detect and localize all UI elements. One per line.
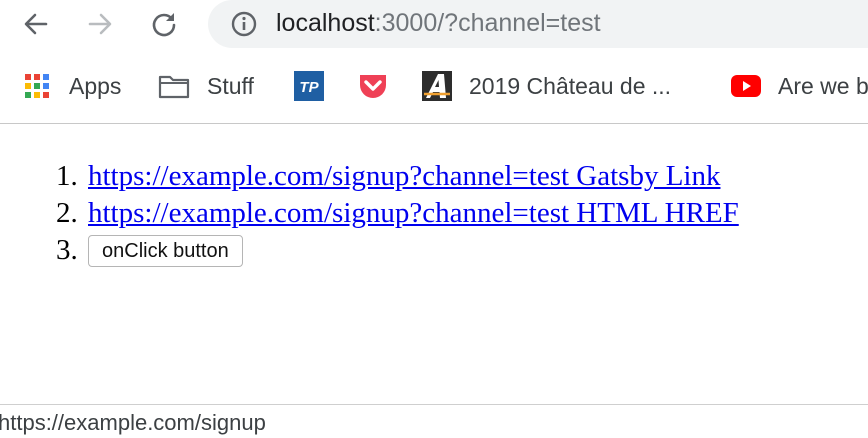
reload-icon — [152, 13, 176, 37]
bookmark-apps-label: Apps — [69, 72, 122, 99]
folder-icon — [158, 71, 190, 101]
bookmark-are-we-label: Are we b — [778, 72, 868, 99]
forward-button[interactable] — [82, 6, 118, 42]
pocket-icon — [358, 71, 388, 101]
list-number: 2. — [56, 197, 78, 229]
bookmarks-bar: Apps Stuff TP 2019 Château de ... Are we… — [0, 58, 868, 122]
bookmark-stuff-label: Stuff — [207, 72, 254, 99]
youtube-icon — [731, 71, 761, 101]
back-button[interactable] — [18, 6, 54, 42]
bookmark-tp[interactable]: TP — [294, 70, 341, 102]
url-text[interactable]: localhost:3000/?channel=test — [276, 8, 601, 38]
bookmark-chateau-label: 2019 Château de ... — [469, 72, 672, 99]
browser-toolbar: localhost:3000/?channel=test — [0, 0, 868, 58]
arrow-right-icon — [88, 13, 112, 35]
list-item: 3. onClick button — [56, 232, 739, 269]
bookmark-stuff[interactable]: Stuff — [158, 70, 254, 102]
bookmark-are-we[interactable]: Are we b — [731, 70, 868, 102]
status-bar: https://example.com/signup — [0, 404, 868, 438]
list-number: 1. — [56, 160, 78, 192]
list-item: 2. https://example.com/signup?channel=te… — [56, 195, 739, 232]
tp-icon: TP — [294, 71, 324, 101]
list-item: 1. https://example.com/signup?channel=te… — [56, 158, 739, 195]
bookmark-pocket[interactable] — [358, 70, 405, 102]
arrow-left-icon — [24, 13, 48, 35]
html-href-link[interactable]: https://example.com/signup?channel=test … — [88, 195, 739, 232]
url-path: :3000/?channel=test — [374, 9, 601, 37]
link-list: 1. https://example.com/signup?channel=te… — [56, 158, 739, 269]
list-number: 3. — [56, 234, 78, 266]
info-icon[interactable] — [230, 10, 258, 38]
gatsby-link[interactable]: https://example.com/signup?channel=test … — [88, 158, 720, 195]
apps-grid-icon — [22, 71, 52, 101]
svg-text:TP: TP — [299, 79, 319, 96]
address-bar[interactable]: localhost:3000/?channel=test — [208, 0, 868, 48]
bookmark-apps[interactable]: Apps — [22, 70, 121, 102]
reload-button[interactable] — [146, 6, 182, 42]
status-url: https://example.com/signup — [0, 410, 266, 435]
a-logo-icon — [422, 71, 452, 101]
url-host: localhost — [276, 9, 375, 37]
onclick-button[interactable]: onClick button — [88, 234, 243, 267]
bookmark-chateau[interactable]: 2019 Château de ... — [422, 70, 671, 102]
page-content: 1. https://example.com/signup?channel=te… — [0, 124, 868, 404]
